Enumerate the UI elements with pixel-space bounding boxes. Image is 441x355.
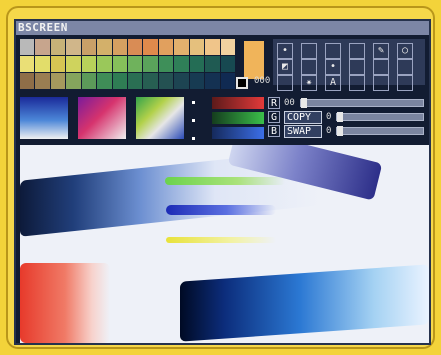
palette-swatch[interactable] (97, 56, 112, 72)
rgb-controls: R G B 00 COPY 0 SWAP 0 (268, 97, 428, 141)
app-screen: BSCREEN 000 • ✎ ○ ◩ • ✷ A R G B 00 COPY 0 SWAP… (14, 19, 431, 345)
blank-tool-10-icon[interactable] (373, 75, 389, 91)
copy-slider[interactable] (336, 112, 424, 122)
blank-tool-1-icon[interactable] (301, 43, 317, 59)
palette-swatch[interactable] (220, 56, 235, 72)
blank-tool-11-icon[interactable] (397, 75, 413, 91)
palette-swatch[interactable] (66, 39, 81, 55)
palette-swatch[interactable] (174, 56, 189, 72)
palette-swatch[interactable] (143, 39, 158, 55)
palette-swatch[interactable] (189, 56, 205, 72)
marker-dot-3 (192, 137, 195, 140)
tool-panel: • ✎ ○ ◩ • ✷ A (273, 39, 425, 91)
r-label: R (268, 97, 280, 109)
palette-swatch[interactable] (50, 56, 66, 72)
r-value: 00 (284, 98, 295, 108)
red-channel-bar (212, 97, 264, 109)
palette-swatch[interactable] (50, 73, 66, 89)
copy-value: 0 (326, 112, 332, 122)
blank-tool-9-icon[interactable] (349, 75, 365, 91)
palette-swatch[interactable] (143, 56, 158, 72)
palette-swatch[interactable] (20, 39, 35, 55)
palette-swatch[interactable] (158, 39, 174, 55)
palette-swatch[interactable] (158, 56, 174, 72)
palette-swatch[interactable] (81, 56, 97, 72)
foreground-color-swatch[interactable] (236, 77, 248, 89)
blue-channel-bar (212, 127, 264, 139)
stamp-tool-icon[interactable]: • (325, 59, 341, 75)
palette-swatch[interactable] (35, 56, 50, 72)
palette-swatch[interactable] (128, 73, 143, 89)
paint-stroke-green (165, 177, 285, 185)
palette-swatch[interactable] (20, 56, 35, 72)
brush-dots-tool-icon[interactable]: • (277, 43, 293, 59)
palette-swatch[interactable] (35, 39, 50, 55)
blank-tool-7-icon[interactable] (397, 59, 413, 75)
palette-swatch[interactable] (20, 73, 35, 89)
text-tool-icon[interactable]: A (325, 75, 341, 91)
color-palette (20, 39, 235, 89)
swap-button[interactable]: SWAP (284, 125, 322, 138)
palette-swatch[interactable] (205, 73, 220, 89)
paint-stroke-red (20, 263, 110, 343)
selected-color-preview (244, 41, 264, 79)
blank-tool-8-icon[interactable] (277, 75, 293, 91)
b-label: B (268, 125, 280, 137)
swap-value: 0 (326, 126, 332, 136)
palette-swatch[interactable] (112, 73, 127, 89)
palette-swatch[interactable] (112, 56, 127, 72)
palette-swatch[interactable] (189, 39, 205, 55)
color-channel-bars (212, 97, 264, 141)
palette-swatch[interactable] (97, 39, 112, 55)
marker-dot-2 (192, 119, 195, 122)
paint-stroke-yellow (166, 237, 276, 243)
palette-swatch[interactable] (220, 39, 235, 55)
palette-swatch[interactable] (97, 73, 112, 89)
palette-swatch[interactable] (128, 56, 143, 72)
blank-tool-4-icon[interactable] (301, 59, 317, 75)
circle-tool-icon[interactable]: ○ (397, 43, 413, 59)
g-label: G (268, 111, 280, 123)
palette-swatch[interactable] (220, 73, 235, 89)
gradient-field-3[interactable] (136, 97, 184, 139)
pencil-tool-icon[interactable]: ✎ (373, 43, 389, 59)
palette-swatch[interactable] (50, 39, 66, 55)
paint-stroke-blue (166, 205, 276, 215)
copy-slider-knob[interactable] (337, 112, 343, 122)
drawing-canvas[interactable] (20, 145, 429, 343)
swap-slider-knob[interactable] (337, 126, 343, 136)
color-value-readout: 000 (254, 76, 271, 86)
palette-swatch[interactable] (66, 56, 81, 72)
palette-swatch[interactable] (143, 73, 158, 89)
spray-tool-icon[interactable]: ✷ (301, 75, 317, 91)
blank-tool-5-icon[interactable] (349, 59, 365, 75)
blank-tool-6-icon[interactable] (373, 59, 389, 75)
palette-swatch[interactable] (112, 39, 127, 55)
palette-swatch[interactable] (189, 73, 205, 89)
swap-slider[interactable] (336, 126, 424, 136)
r-slider[interactable] (300, 98, 424, 108)
blank-tool-2-icon[interactable] (325, 43, 341, 59)
palette-swatch[interactable] (205, 39, 220, 55)
title-bar: BSCREEN (16, 21, 429, 35)
palette-swatch[interactable] (81, 39, 97, 55)
paint-stroke-deep-blue (180, 264, 429, 342)
fill-tool-icon[interactable]: ◩ (277, 59, 293, 75)
palette-swatch[interactable] (66, 73, 81, 89)
blank-tool-3-icon[interactable] (349, 43, 365, 59)
r-slider-knob[interactable] (301, 98, 307, 108)
palette-swatch[interactable] (174, 39, 189, 55)
palette-swatch[interactable] (128, 39, 143, 55)
gradient-field-2[interactable] (78, 97, 126, 139)
copy-button[interactable]: COPY (284, 111, 322, 124)
marker-dot-1 (192, 101, 195, 104)
palette-swatch[interactable] (81, 73, 97, 89)
palette-swatch[interactable] (205, 56, 220, 72)
palette-swatch[interactable] (158, 73, 174, 89)
palette-swatch[interactable] (174, 73, 189, 89)
palette-swatch[interactable] (35, 73, 50, 89)
gradient-field-1[interactable] (20, 97, 68, 139)
window-title: BSCREEN (18, 21, 68, 34)
green-channel-bar (212, 112, 264, 124)
